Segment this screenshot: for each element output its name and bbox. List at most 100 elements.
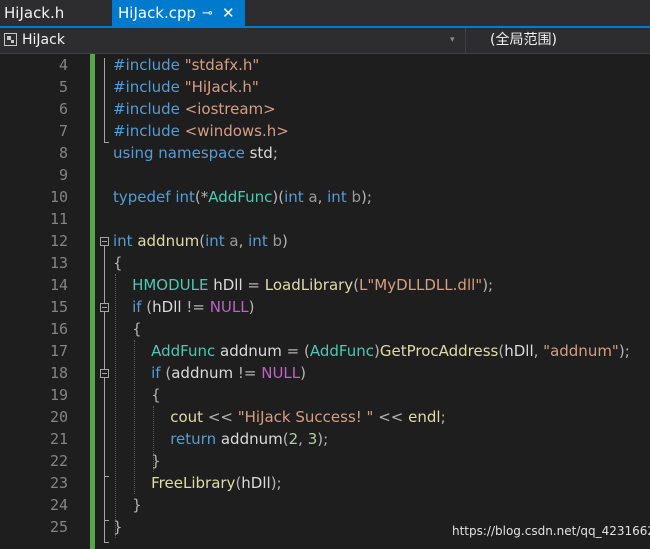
code-token: addnum bbox=[220, 430, 283, 448]
code-token: int bbox=[284, 188, 309, 206]
code-token: "HiJack.h" bbox=[184, 78, 259, 96]
code-token: ) bbox=[300, 364, 307, 382]
code-token: , bbox=[317, 188, 328, 206]
line-number-gutter: 4 5 6 7 8 9 10 11 12 13 14 15 16 17 18 19 20 21 22 23 24 25 bbox=[0, 54, 68, 549]
code-token: b bbox=[351, 188, 361, 206]
code-line[interactable]: HMODULE hDll = LoadLibrary(L"MyDLLDLL.dl… bbox=[113, 274, 493, 296]
code-line[interactable]: #include "HiJack.h" bbox=[113, 76, 259, 98]
line-number: 20 bbox=[49, 408, 68, 426]
code-token: <iostream> bbox=[184, 100, 276, 118]
code-token: LoadLibrary bbox=[264, 276, 354, 294]
line-number: 19 bbox=[49, 386, 68, 404]
code-token: GetProcAddress bbox=[379, 342, 499, 360]
outline-inner-if-line bbox=[104, 378, 105, 476]
code-token: HMODULE bbox=[113, 276, 214, 294]
code-line[interactable]: cout << "HiJack Success! " << endl; bbox=[113, 406, 445, 428]
code-line[interactable]: AddFunc addnum = (AddFunc)GetProcAddress… bbox=[113, 340, 630, 362]
code-token: hDll bbox=[504, 342, 534, 360]
line-number: 12 bbox=[49, 232, 68, 250]
project-scope-dropdown[interactable]: HiJack ▾ bbox=[0, 28, 466, 53]
outline-inner-if-end bbox=[104, 476, 109, 477]
code-token: , bbox=[533, 342, 544, 360]
code-token: ); bbox=[270, 474, 282, 492]
code-line[interactable]: } bbox=[113, 494, 142, 516]
code-line[interactable]: } bbox=[113, 450, 161, 472]
code-token: << bbox=[207, 408, 238, 426]
code-line[interactable]: } bbox=[113, 516, 123, 538]
code-token: L"MyDLLDLL.dll" bbox=[359, 276, 483, 294]
code-line[interactable]: #include "stdafx.h" bbox=[113, 54, 259, 76]
code-token: AddFunc bbox=[208, 188, 273, 206]
code-token: using bbox=[113, 144, 159, 162]
code-line[interactable]: int addnum(int a, int b) bbox=[113, 230, 288, 252]
code-token: FreeLibrary bbox=[113, 474, 236, 492]
code-token: NULL bbox=[261, 364, 301, 382]
line-number: 9 bbox=[58, 166, 68, 184]
change-indicator-bar bbox=[90, 54, 95, 549]
line-number: 6 bbox=[58, 100, 68, 118]
code-token: int bbox=[113, 232, 138, 250]
code-token: a bbox=[229, 232, 239, 250]
outline-if-end bbox=[104, 520, 109, 521]
code-token: "stdafx.h" bbox=[184, 56, 260, 74]
line-number: 25 bbox=[49, 518, 68, 536]
code-token: )( bbox=[272, 188, 285, 206]
document-tab-strip: HiJack.h HiJack.cpp ⊸ ✕ bbox=[0, 0, 650, 28]
code-line[interactable]: if (addnum != NULL) bbox=[113, 362, 306, 384]
code-token: AddFunc bbox=[309, 342, 374, 360]
code-token: ); bbox=[361, 188, 372, 206]
line-number: 16 bbox=[49, 320, 68, 338]
code-token: "HiJack Success! " bbox=[237, 408, 379, 426]
code-token: } bbox=[113, 452, 161, 470]
code-token: << bbox=[378, 408, 409, 426]
line-number: 4 bbox=[58, 56, 68, 74]
code-line[interactable]: return addnum(2, 3); bbox=[113, 428, 328, 450]
code-token: hDll bbox=[213, 276, 248, 294]
class-icon bbox=[4, 33, 17, 46]
code-line[interactable]: { bbox=[113, 318, 142, 340]
tab-hijack-cpp[interactable]: HiJack.cpp ⊸ ✕ bbox=[112, 0, 245, 26]
outline-include-line bbox=[104, 58, 105, 142]
tab-hijack-h[interactable]: HiJack.h bbox=[0, 0, 110, 26]
code-line[interactable]: using namespace std; bbox=[113, 142, 278, 164]
code-line[interactable]: typedef int(*AddFunc)(int a, int b); bbox=[113, 186, 372, 208]
code-token: #include bbox=[113, 56, 185, 74]
code-token: ) bbox=[282, 232, 288, 250]
code-token: int bbox=[248, 232, 273, 250]
code-editor[interactable]: 4 5 6 7 8 9 10 11 12 13 14 15 16 17 18 19 20 21 22 23 24 25 #… bbox=[0, 54, 650, 549]
code-token: addnum bbox=[137, 232, 200, 250]
code-line[interactable]: { bbox=[113, 252, 123, 274]
code-line[interactable]: #include <windows.h> bbox=[113, 120, 289, 142]
code-token: #include bbox=[113, 78, 185, 96]
collapse-icon[interactable] bbox=[100, 303, 109, 312]
code-line[interactable]: #include <iostream> bbox=[113, 98, 276, 120]
code-token: namespace bbox=[158, 144, 250, 162]
tab-label: HiJack.h bbox=[4, 4, 65, 22]
code-token: #include bbox=[113, 122, 185, 140]
line-number: 24 bbox=[49, 496, 68, 514]
code-token: , bbox=[238, 232, 249, 250]
chevron-down-icon[interactable]: ▾ bbox=[450, 28, 455, 53]
code-token: a bbox=[308, 188, 318, 206]
code-line[interactable]: { bbox=[113, 384, 161, 406]
code-token: int bbox=[205, 232, 230, 250]
close-icon[interactable]: ✕ bbox=[222, 0, 235, 27]
code-token: endl bbox=[408, 408, 441, 426]
line-number: 11 bbox=[49, 210, 68, 228]
pin-icon[interactable]: ⊸ bbox=[202, 0, 213, 27]
code-token: != bbox=[186, 298, 210, 316]
code-token: ; bbox=[272, 144, 278, 162]
member-scope-dropdown[interactable]: (全局范围) bbox=[490, 28, 557, 53]
code-token: int bbox=[175, 188, 195, 206]
code-token: addnum bbox=[220, 342, 287, 360]
watermark-text: https://blog.csdn.net/qq_42316621 bbox=[452, 524, 650, 538]
code-line[interactable]: if (hDll != NULL) bbox=[113, 296, 254, 318]
collapse-icon[interactable] bbox=[100, 369, 109, 378]
line-number: 14 bbox=[49, 276, 68, 294]
code-line[interactable]: FreeLibrary(hDll); bbox=[113, 472, 282, 494]
outline-include-end bbox=[104, 142, 109, 143]
collapse-icon[interactable] bbox=[100, 237, 109, 246]
line-number: 5 bbox=[58, 78, 68, 96]
line-number: 8 bbox=[58, 144, 68, 162]
code-token: ); bbox=[317, 430, 329, 448]
